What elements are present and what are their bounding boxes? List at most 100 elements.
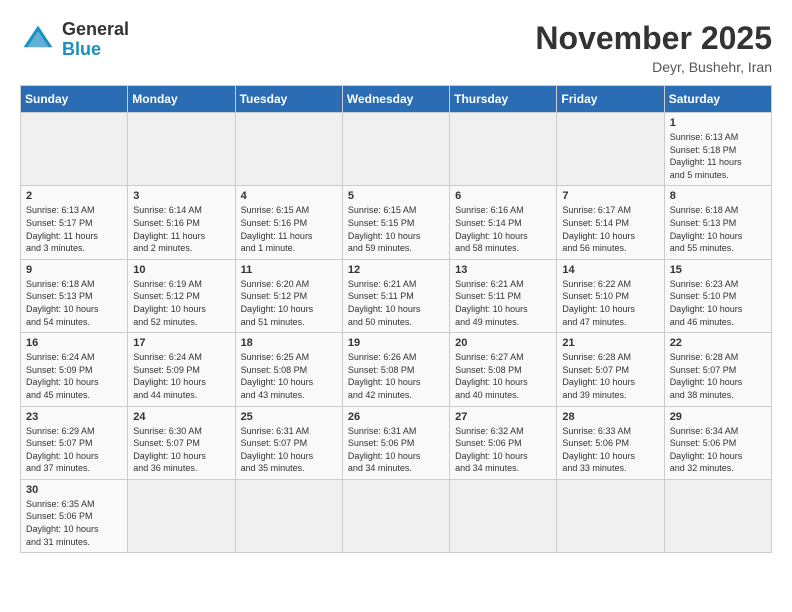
- calendar-day-cell: 15Sunrise: 6:23 AM Sunset: 5:10 PM Dayli…: [664, 259, 771, 332]
- calendar-day-cell: [342, 113, 449, 186]
- day-info: Sunrise: 6:18 AM Sunset: 5:13 PM Dayligh…: [670, 204, 766, 254]
- calendar-day-cell: 25Sunrise: 6:31 AM Sunset: 5:07 PM Dayli…: [235, 406, 342, 479]
- calendar-day-cell: 4Sunrise: 6:15 AM Sunset: 5:16 PM Daylig…: [235, 186, 342, 259]
- page-header: General Blue November 2025 Deyr, Bushehr…: [20, 20, 772, 75]
- calendar-week-row: 16 Sunrise: 6:24 AM Sunset: 5:09 PM Dayli…: [21, 333, 772, 406]
- day-info: Sunrise: 6:21 AM Sunset: 5:11 PM Dayligh…: [348, 278, 444, 328]
- calendar-day-cell: 21 Sunrise: 6:28 AM Sunset: 5:07 PM Dayli…: [557, 333, 664, 406]
- day-number: 1: [670, 117, 766, 129]
- day-info: Sunrise: 6:23 AM Sunset: 5:10 PM Dayligh…: [670, 278, 766, 328]
- calendar-week-row: 23 Sunrise: 6:29 AM Sunset: 5:07 PM Dayli…: [21, 406, 772, 479]
- day-number: 30: [26, 484, 122, 496]
- day-info: Sunrise: 6:24 AM Sunset: 5:09 PM Dayligh…: [26, 351, 122, 401]
- day-info: Sunrise: 6:15 AM Sunset: 5:16 PM Dayligh…: [241, 204, 337, 254]
- calendar-day-cell: 22 Sunrise: 6:28 AM Sunset: 5:07 PM Dayli…: [664, 333, 771, 406]
- day-number: 26: [348, 411, 444, 423]
- day-info: Sunrise: 6:34 AM Sunset: 5:06 PM Dayligh…: [670, 425, 766, 475]
- calendar-day-cell: [128, 479, 235, 552]
- day-of-week-header: Monday: [128, 86, 235, 113]
- day-info: Sunrise: 6:30 AM Sunset: 5:07 PM Dayligh…: [133, 425, 229, 475]
- calendar-day-cell: 20Sunrise: 6:27 AM Sunset: 5:08 PM Dayli…: [450, 333, 557, 406]
- day-info: Sunrise: 6:21 AM Sunset: 5:11 PM Dayligh…: [455, 278, 551, 328]
- day-number: 9: [26, 264, 122, 276]
- calendar-day-cell: [557, 113, 664, 186]
- day-info: Sunrise: 6:20 AM Sunset: 5:12 PM Dayligh…: [241, 278, 337, 328]
- logo-blue: Blue: [62, 39, 101, 59]
- calendar-day-cell: 6 Sunrise: 6:16 AM Sunset: 5:14 PM Daylig…: [450, 186, 557, 259]
- calendar-day-cell: 19 Sunrise: 6:26 AM Sunset: 5:08 PM Dayli…: [342, 333, 449, 406]
- day-number: 23: [26, 411, 122, 423]
- day-number: 27: [455, 411, 551, 423]
- day-info: Sunrise: 6:35 AM Sunset: 5:06 PM Dayligh…: [26, 498, 122, 548]
- calendar-day-cell: 18 Sunrise: 6:25 AM Sunset: 5:08 PM Dayli…: [235, 333, 342, 406]
- calendar-day-cell: 5 Sunrise: 6:15 AM Sunset: 5:15 PM Daylig…: [342, 186, 449, 259]
- day-info: Sunrise: 6:29 AM Sunset: 5:07 PM Dayligh…: [26, 425, 122, 475]
- day-info: Sunrise: 6:19 AM Sunset: 5:12 PM Dayligh…: [133, 278, 229, 328]
- calendar-day-cell: [342, 479, 449, 552]
- calendar-day-cell: [557, 479, 664, 552]
- calendar-day-cell: 1Sunrise: 6:13 AM Sunset: 5:18 PM Daylig…: [664, 113, 771, 186]
- calendar-day-cell: 29 Sunrise: 6:34 AM Sunset: 5:06 PM Dayli…: [664, 406, 771, 479]
- day-info: Sunrise: 6:27 AM Sunset: 5:08 PM Dayligh…: [455, 351, 551, 401]
- calendar-week-row: 30 Sunrise: 6:35 AM Sunset: 5:06 PM Dayli…: [21, 479, 772, 552]
- day-info: Sunrise: 6:26 AM Sunset: 5:08 PM Dayligh…: [348, 351, 444, 401]
- day-number: 17: [133, 337, 229, 349]
- location: Deyr, Bushehr, Iran: [535, 59, 772, 75]
- logo-icon: [20, 22, 56, 58]
- day-info: Sunrise: 6:31 AM Sunset: 5:06 PM Dayligh…: [348, 425, 444, 475]
- day-number: 29: [670, 411, 766, 423]
- day-number: 6: [455, 190, 551, 202]
- day-number: 21: [562, 337, 658, 349]
- day-info: Sunrise: 6:25 AM Sunset: 5:08 PM Dayligh…: [241, 351, 337, 401]
- day-of-week-header: Thursday: [450, 86, 557, 113]
- day-info: Sunrise: 6:22 AM Sunset: 5:10 PM Dayligh…: [562, 278, 658, 328]
- day-number: 5: [348, 190, 444, 202]
- calendar-day-cell: 2 Sunrise: 6:13 AM Sunset: 5:17 PM Daylig…: [21, 186, 128, 259]
- day-number: 10: [133, 264, 229, 276]
- calendar-day-cell: 12 Sunrise: 6:21 AM Sunset: 5:11 PM Dayli…: [342, 259, 449, 332]
- day-number: 8: [670, 190, 766, 202]
- calendar-day-cell: 17Sunrise: 6:24 AM Sunset: 5:09 PM Dayli…: [128, 333, 235, 406]
- calendar-day-cell: 26 Sunrise: 6:31 AM Sunset: 5:06 PM Dayli…: [342, 406, 449, 479]
- title-block: November 2025 Deyr, Bushehr, Iran: [535, 20, 772, 75]
- day-number: 25: [241, 411, 337, 423]
- day-number: 18: [241, 337, 337, 349]
- day-info: Sunrise: 6:28 AM Sunset: 5:07 PM Dayligh…: [562, 351, 658, 401]
- day-number: 2: [26, 190, 122, 202]
- day-of-week-header: Tuesday: [235, 86, 342, 113]
- day-number: 28: [562, 411, 658, 423]
- day-info: Sunrise: 6:28 AM Sunset: 5:07 PM Dayligh…: [670, 351, 766, 401]
- logo-text: General Blue: [62, 20, 129, 60]
- calendar-day-cell: [235, 113, 342, 186]
- day-of-week-header: Friday: [557, 86, 664, 113]
- calendar-header-row: SundayMondayTuesdayWednesdayThursdayFrid…: [21, 86, 772, 113]
- day-number: 3: [133, 190, 229, 202]
- day-number: 19: [348, 337, 444, 349]
- calendar-day-cell: [450, 113, 557, 186]
- logo: General Blue: [20, 20, 129, 60]
- day-info: Sunrise: 6:13 AM Sunset: 5:17 PM Dayligh…: [26, 204, 122, 254]
- calendar-day-cell: 9 Sunrise: 6:18 AM Sunset: 5:13 PM Daylig…: [21, 259, 128, 332]
- calendar-day-cell: 13 Sunrise: 6:21 AM Sunset: 5:11 PM Dayli…: [450, 259, 557, 332]
- calendar-table: SundayMondayTuesdayWednesdayThursdayFrid…: [20, 85, 772, 553]
- calendar-day-cell: 11 Sunrise: 6:20 AM Sunset: 5:12 PM Dayli…: [235, 259, 342, 332]
- calendar-day-cell: 27Sunrise: 6:32 AM Sunset: 5:06 PM Dayli…: [450, 406, 557, 479]
- day-info: Sunrise: 6:16 AM Sunset: 5:14 PM Dayligh…: [455, 204, 551, 254]
- day-info: Sunrise: 6:15 AM Sunset: 5:15 PM Dayligh…: [348, 204, 444, 254]
- day-of-week-header: Sunday: [21, 86, 128, 113]
- calendar-day-cell: [21, 113, 128, 186]
- day-number: 22: [670, 337, 766, 349]
- day-number: 13: [455, 264, 551, 276]
- day-number: 12: [348, 264, 444, 276]
- day-info: Sunrise: 6:18 AM Sunset: 5:13 PM Dayligh…: [26, 278, 122, 328]
- calendar-day-cell: [664, 479, 771, 552]
- day-info: Sunrise: 6:33 AM Sunset: 5:06 PM Dayligh…: [562, 425, 658, 475]
- day-number: 16: [26, 337, 122, 349]
- day-of-week-header: Wednesday: [342, 86, 449, 113]
- calendar-day-cell: [235, 479, 342, 552]
- day-info: Sunrise: 6:14 AM Sunset: 5:16 PM Dayligh…: [133, 204, 229, 254]
- calendar-day-cell: 14 Sunrise: 6:22 AM Sunset: 5:10 PM Dayli…: [557, 259, 664, 332]
- calendar-day-cell: 16 Sunrise: 6:24 AM Sunset: 5:09 PM Dayli…: [21, 333, 128, 406]
- day-number: 11: [241, 264, 337, 276]
- day-number: 14: [562, 264, 658, 276]
